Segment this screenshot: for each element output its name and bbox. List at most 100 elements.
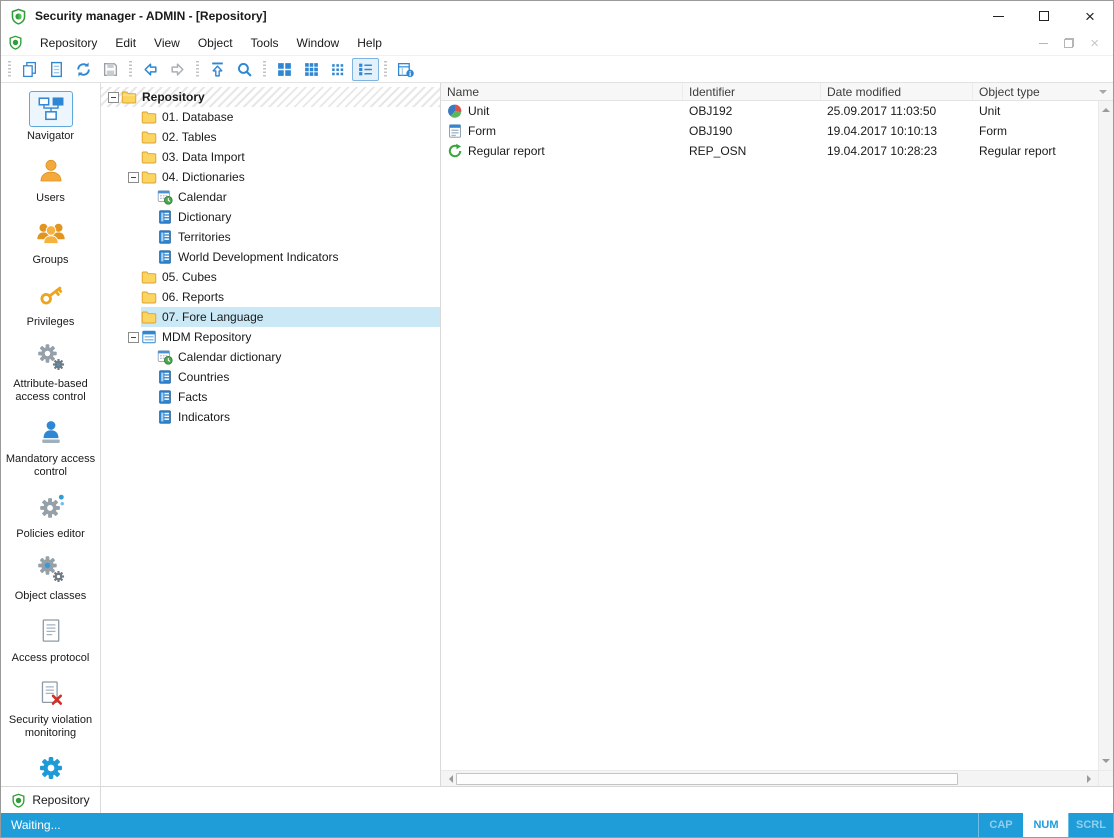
sidebar-item-security-violation-monitoring[interactable]: Security violation monitoring	[2, 675, 100, 740]
tree-item-tables[interactable]: 02. Tables	[101, 127, 440, 147]
collapse-icon[interactable]	[128, 172, 139, 183]
gear-blue-icon	[29, 750, 73, 786]
tree-item-database[interactable]: 01. Database	[101, 107, 440, 127]
menu-window[interactable]: Window	[288, 31, 349, 55]
menu-object[interactable]: Object	[189, 31, 242, 55]
mdi-close-icon[interactable]: ×	[1090, 36, 1099, 51]
folder-icon	[141, 169, 157, 185]
list-row-form[interactable]: Form OBJ190 19.04.2017 10:10:13 Form	[441, 121, 1098, 141]
menu-view[interactable]: View	[145, 31, 189, 55]
tree-item-repository[interactable]: Repository	[101, 87, 440, 107]
document-shield-icon[interactable]	[8, 35, 24, 51]
tree-item-fore-language[interactable]: 07. Fore Language	[101, 307, 440, 327]
tree-item-world-development-indicators[interactable]: World Development Indicators	[101, 247, 440, 267]
scroll-right-icon	[1087, 775, 1095, 783]
object-identifier: OBJ192	[683, 104, 821, 118]
scroll-track[interactable]	[456, 771, 1083, 786]
large-icons-view-button[interactable]	[271, 58, 298, 81]
forward-button[interactable]	[164, 58, 191, 81]
horizontal-scrollbar[interactable]	[441, 771, 1098, 786]
collapse-icon[interactable]	[108, 92, 119, 103]
column-header-date-modified[interactable]: Date modified	[821, 83, 973, 100]
minimize-button[interactable]	[975, 1, 1021, 31]
tree-item-territories[interactable]: Territories	[101, 227, 440, 247]
sidebar-item-policies-editor[interactable]: Policies editor	[2, 489, 100, 541]
menu-help[interactable]: Help	[348, 31, 391, 55]
sidebar-item-object-classes[interactable]: Object classes	[2, 551, 100, 603]
large-icons-view-icon	[276, 61, 293, 78]
sidebar-item-label: Navigator	[27, 130, 74, 143]
small-icons-view-button[interactable]	[325, 58, 352, 81]
statusbar: Waiting... CAP NUM SCRL	[1, 813, 1113, 837]
tree-item-dictionary[interactable]: Dictionary	[101, 207, 440, 227]
back-icon	[142, 61, 159, 78]
scroll-right-button[interactable]	[1083, 771, 1098, 786]
details-view-button[interactable]	[392, 58, 419, 81]
document-x-icon	[31, 675, 71, 711]
tree-item-calendar[interactable]: Calendar	[101, 187, 440, 207]
toolbar-gripper[interactable]	[129, 61, 132, 77]
vertical-scrollbar[interactable]	[1098, 101, 1113, 770]
search-button[interactable]	[231, 58, 258, 81]
maximize-icon	[1039, 11, 1049, 21]
up-to-top-button[interactable]	[204, 58, 231, 81]
column-chooser-icon[interactable]	[1099, 90, 1107, 98]
window-controls: ×	[975, 1, 1113, 31]
new-page-button[interactable]	[43, 58, 70, 81]
list-row-regular-report[interactable]: Regular report REP_OSN 19.04.2017 10:28:…	[441, 141, 1098, 161]
tree-item-cubes[interactable]: 05. Cubes	[101, 267, 440, 287]
app-window: Security manager - ADMIN - [Repository] …	[0, 0, 1114, 838]
toolbar-gripper[interactable]	[384, 61, 387, 77]
scroll-down-icon[interactable]	[1102, 759, 1110, 767]
column-header-name[interactable]: Name	[441, 83, 683, 100]
menu-repository[interactable]: Repository	[31, 31, 106, 55]
list-header: Name Identifier Date modified Object typ…	[441, 83, 1113, 101]
sidebar-item-access-protocol[interactable]: Access protocol	[2, 613, 100, 665]
column-header-object-type[interactable]: Object type	[973, 83, 1113, 100]
toolbar-gripper[interactable]	[196, 61, 199, 77]
scrollbar-corner	[1098, 771, 1113, 786]
document-icon	[31, 613, 71, 649]
mdi-minimize-icon[interactable]	[1039, 43, 1048, 44]
object-type: Form	[973, 124, 1098, 138]
calendar-icon	[157, 189, 173, 205]
maximize-button[interactable]	[1021, 1, 1067, 31]
sidebar-item-users[interactable]: Users	[2, 153, 100, 205]
menu-edit[interactable]: Edit	[106, 31, 145, 55]
scroll-thumb[interactable]	[456, 773, 958, 785]
table-icon	[157, 409, 173, 425]
menu-tools[interactable]: Tools	[242, 31, 288, 55]
tree-item-reports[interactable]: 06. Reports	[101, 287, 440, 307]
tree-item-facts[interactable]: Facts	[101, 387, 440, 407]
back-button[interactable]	[137, 58, 164, 81]
tree-item-mdm-repository[interactable]: MDM Repository	[101, 327, 440, 347]
medium-icons-view-button[interactable]	[298, 58, 325, 81]
tree-item-dictionaries[interactable]: 04. Dictionaries	[101, 167, 440, 187]
sidebar-item-groups[interactable]: Groups	[2, 215, 100, 267]
scroll-up-icon[interactable]	[1102, 104, 1110, 112]
list-view-button[interactable]	[352, 58, 379, 81]
sidebar-item-attribute-based-access-control[interactable]: Attribute-based access control	[2, 339, 100, 404]
sidebar-item-privileges[interactable]: Privileges	[2, 277, 100, 329]
close-button[interactable]: ×	[1067, 1, 1113, 31]
collapse-icon[interactable]	[128, 332, 139, 343]
mdi-restore-icon[interactable]	[1064, 38, 1074, 48]
tree-item-calendar-dictionary[interactable]: Calendar dictionary	[101, 347, 440, 367]
tree-item-countries[interactable]: Countries	[101, 367, 440, 387]
scroll-left-button[interactable]	[441, 771, 456, 786]
refresh-button[interactable]	[70, 58, 97, 81]
object-date-modified: 19.04.2017 10:10:13	[821, 124, 973, 138]
tree-item-data-import[interactable]: 03. Data Import	[101, 147, 440, 167]
tab-repository[interactable]: Repository	[1, 787, 101, 813]
save-button[interactable]	[97, 58, 124, 81]
sidebar-item-navigator[interactable]: Navigator	[2, 91, 100, 143]
toolbar-gripper[interactable]	[263, 61, 266, 77]
toolbar-gripper[interactable]	[8, 61, 11, 77]
object-type: Regular report	[973, 144, 1098, 158]
sidebar-item-mandatory-access-control[interactable]: Mandatory access control	[2, 414, 100, 479]
column-header-identifier[interactable]: Identifier	[683, 83, 821, 100]
tree-item-indicators[interactable]: Indicators	[101, 407, 440, 427]
sidebar-item-service[interactable]: Service	[2, 750, 100, 786]
copy-button[interactable]	[16, 58, 43, 81]
list-row-unit[interactable]: Unit OBJ192 25.09.2017 11:03:50 Unit	[441, 101, 1098, 121]
